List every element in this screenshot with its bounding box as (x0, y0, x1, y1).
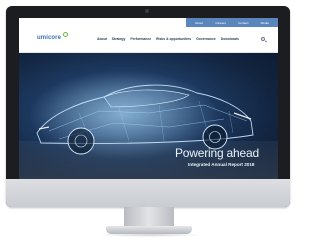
hero-banner: Powering ahead Integrated Annual Report … (19, 53, 278, 185)
utility-links: About Careers Contact Media (186, 18, 278, 27)
logo-mark-icon (63, 32, 68, 37)
hero-subtitle[interactable]: Integrated Annual Report 2018 (188, 162, 254, 167)
utility-link-about[interactable]: About (195, 21, 203, 25)
monitor-stand-neck (124, 207, 174, 227)
nav-item-risks-opportunities[interactable]: Risks & opportunities (156, 37, 191, 41)
utility-link-contact[interactable]: Contact (238, 21, 248, 25)
nav-item-performance[interactable]: Performance (130, 37, 151, 41)
monitor-frame: About Careers Contact Media umicore Abou… (6, 6, 290, 207)
umicore-logo[interactable]: umicore (37, 35, 61, 41)
utility-link-media[interactable]: Media (261, 21, 269, 25)
monitor-chin (6, 179, 290, 207)
webcam-icon (145, 9, 149, 13)
main-nav: About Strategy Performance Risks & oppor… (97, 37, 239, 41)
nav-item-about[interactable]: About (97, 37, 107, 41)
hero-title: Powering ahead (175, 146, 259, 160)
main-header: umicore About Strategy Performance Risks… (19, 27, 278, 53)
nav-item-strategy[interactable]: Strategy (112, 37, 126, 41)
monitor-stand-base (106, 226, 192, 234)
nav-item-downloads[interactable]: Downloads (221, 37, 239, 41)
nav-item-governance[interactable]: Governance (196, 37, 216, 41)
search-icon[interactable] (261, 37, 265, 41)
screen: About Careers Contact Media umicore Abou… (19, 18, 278, 185)
utility-link-careers[interactable]: Careers (215, 21, 226, 25)
